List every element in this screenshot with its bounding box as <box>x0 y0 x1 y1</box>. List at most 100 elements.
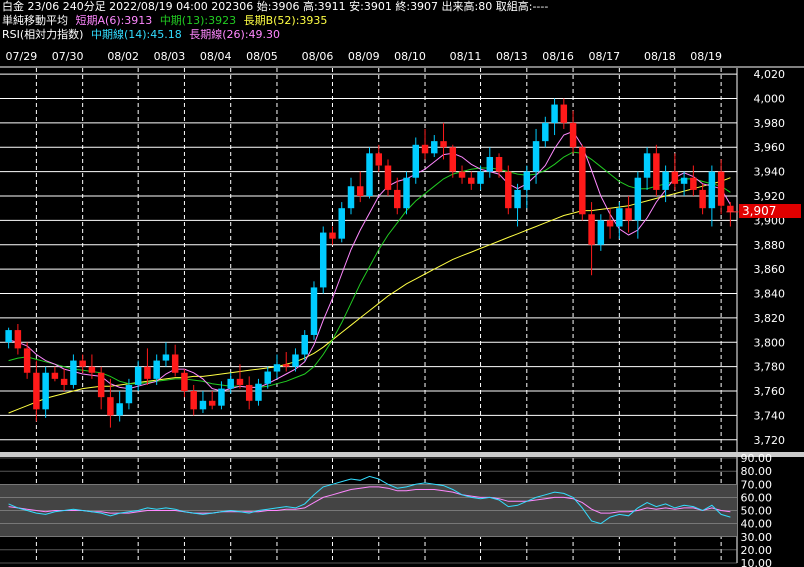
candle-body <box>88 366 96 373</box>
candle-body <box>273 364 281 372</box>
price-tick-label: 3,760 <box>754 385 786 398</box>
candle-body <box>14 330 22 349</box>
symbol-summary: 白金 23/06 240分足 2022/08/19 04:00 202306 始… <box>2 0 549 13</box>
candle-body <box>190 391 197 410</box>
price-tick-label: 4,020 <box>754 68 786 81</box>
header-info-line: 白金 23/06 240分足 2022/08/19 04:00 202306 始… <box>2 0 552 14</box>
candle-body <box>449 147 457 172</box>
rsi-mid-label: 中期線(14):45.18 <box>90 28 182 41</box>
candle-body <box>79 360 86 367</box>
candle-body <box>347 186 355 209</box>
candle-body <box>144 366 151 379</box>
candle-body <box>616 208 623 227</box>
candle-body <box>394 189 401 209</box>
candle-body <box>134 366 142 385</box>
chart-area: 3,720 3,740 3,760 3,780 3,800 3,820 3,840 3,860… <box>0 44 804 567</box>
ma-mid-label: 中期(13):3923 <box>159 14 237 27</box>
candle-body <box>282 364 290 367</box>
candle-body <box>107 397 114 416</box>
candle-body <box>588 214 595 245</box>
candle-body <box>458 171 466 178</box>
ma-long-label: 長期B(52):3935 <box>243 14 328 27</box>
candle-body <box>208 400 216 406</box>
candle-body <box>523 171 531 190</box>
date-tick-label: 08/16 <box>542 50 574 63</box>
candle-body <box>264 371 271 384</box>
rsi-tick-label: 10.00 <box>741 557 773 567</box>
candle-body <box>551 104 558 123</box>
date-tick-label: 08/19 <box>690 50 722 63</box>
candle-body <box>662 171 669 190</box>
price-tick-label: 3,940 <box>754 166 786 179</box>
candle-body <box>532 141 540 172</box>
date-tick-label: 08/02 <box>107 50 139 63</box>
candle-body <box>338 208 345 239</box>
candle-body <box>60 378 68 385</box>
candle-body <box>421 144 429 154</box>
price-tick-label: 3,820 <box>754 312 786 325</box>
candle-body <box>199 400 207 410</box>
ma-legend: 単純移動平均 短期A(6):3913 中期(13):3923 長期B(52):3… <box>2 14 331 28</box>
ma-short-label: 短期A(6):3913 <box>75 14 153 27</box>
candle-body <box>634 177 642 221</box>
candle-body <box>671 171 679 184</box>
price-tick-label: 3,980 <box>754 117 786 130</box>
candle-body <box>440 141 447 148</box>
rsi-tick-label: 40.00 <box>741 518 773 531</box>
candle-body <box>42 372 49 410</box>
price-tick-label: 3,860 <box>754 263 786 276</box>
candle-body <box>384 165 392 190</box>
rsi-label: RSI(相対力指数) <box>2 28 84 41</box>
candle-body <box>97 372 105 398</box>
ma-label: 単純移動平均 <box>2 14 68 27</box>
candle-body <box>505 171 512 209</box>
candle-body <box>403 177 410 209</box>
price-tick-label: 3,960 <box>754 141 786 154</box>
candle-body <box>653 153 660 190</box>
rsi-tick-label: 20.00 <box>741 544 773 557</box>
date-tick-label: 08/06 <box>302 50 334 63</box>
candle-body <box>227 378 234 389</box>
candle-body <box>542 122 549 142</box>
rsi-tick-label: 30.00 <box>741 531 773 544</box>
price-tick-label: 4,000 <box>754 92 786 105</box>
candle-body <box>597 220 605 245</box>
price-tick-label: 3,880 <box>754 239 786 252</box>
price-tick-label: 3,800 <box>754 336 786 349</box>
candle-body <box>23 348 31 373</box>
date-tick-label: 08/03 <box>154 50 186 63</box>
candle-body <box>468 177 475 184</box>
price-tick-label: 3,780 <box>754 361 786 374</box>
candle-body <box>560 104 568 123</box>
rsi-tick-label: 60.00 <box>741 491 773 504</box>
rsi-tick-label: 80.00 <box>741 465 773 478</box>
date-tick-label: 08/13 <box>496 50 528 63</box>
date-tick-label: 08/04 <box>200 50 232 63</box>
candle-body <box>218 388 225 406</box>
pane-divider <box>0 452 804 457</box>
date-tick-label: 07/30 <box>52 50 84 63</box>
candle-body <box>70 360 77 385</box>
candle-body <box>116 403 123 416</box>
candle-body <box>162 354 170 361</box>
candle-body <box>690 177 697 190</box>
price-tick-label: 3,720 <box>754 434 786 447</box>
candle-body <box>486 156 494 172</box>
candle-body <box>255 383 262 401</box>
price-tick-label: 3,840 <box>754 288 786 301</box>
date-tick-label: 08/18 <box>644 50 676 63</box>
date-tick-label: 08/10 <box>394 50 426 63</box>
candle-body <box>245 384 253 401</box>
candle-body <box>357 186 364 196</box>
candle-body <box>569 122 577 148</box>
candle-body <box>680 177 688 184</box>
date-tick-label: 08/05 <box>246 50 278 63</box>
candle-body <box>579 147 586 215</box>
candle-body <box>301 334 308 355</box>
candle-body <box>477 171 484 184</box>
candle-body <box>431 141 438 154</box>
candle-body <box>708 171 716 209</box>
candle-body <box>495 156 503 172</box>
candle-body <box>727 205 734 212</box>
last-price-tag: 3,907 <box>739 204 801 218</box>
